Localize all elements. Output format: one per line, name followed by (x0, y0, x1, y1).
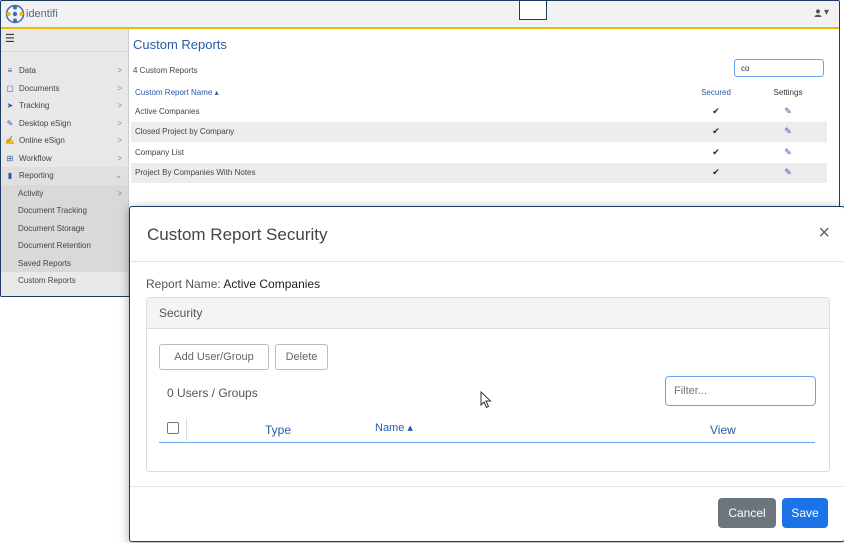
edit-icon[interactable]: ✎ (749, 147, 827, 158)
signature-icon: ✍ (5, 136, 15, 146)
column-separator (186, 418, 187, 444)
column-header-name[interactable]: Custom Report Name ▴ (131, 88, 683, 97)
sidebar-item-documents[interactable]: ▢ Documents > (1, 80, 128, 98)
logo-text: identifi (26, 8, 58, 20)
column-header-type[interactable]: Type (265, 423, 291, 437)
sidebar-item-online-esign[interactable]: ✍ Online eSign > (1, 132, 128, 150)
mouse-cursor-icon (480, 391, 492, 409)
user-icon (814, 8, 822, 17)
check-icon: ✔ (712, 167, 720, 178)
reports-table: Custom Report Name ▴ Secured Settings Ac… (131, 83, 827, 183)
sidebar-subitem-label: Custom Reports (18, 276, 76, 285)
save-button[interactable]: Save (782, 498, 828, 528)
sidebar-item-label: Reporting (19, 171, 54, 181)
chevron-right-icon: > (117, 83, 122, 93)
table-row[interactable]: Closed Project by Company ✔ ✎ (131, 121, 827, 142)
sidebar-subitem-label: Saved Reports (18, 258, 71, 268)
search-input[interactable] (734, 59, 824, 77)
report-name-label: Report Name: (146, 277, 221, 291)
divider (130, 261, 844, 262)
chevron-down-icon: ▾ (823, 7, 829, 18)
security-panel-title: Security (147, 298, 829, 329)
sidebar-item-label: Tracking (19, 101, 50, 111)
report-name: Project By Companies With Notes (135, 168, 256, 178)
sidebar-item-data[interactable]: ≡ Data > (1, 62, 128, 80)
chevron-right-icon: > (117, 136, 122, 146)
logo[interactable]: identifi (5, 4, 58, 24)
sidebar-item-label: Desktop eSign (19, 118, 72, 128)
sidebar-subitem-label: Document Tracking (18, 206, 87, 215)
report-name: Closed Project by Company (135, 127, 235, 137)
file-icon: ▮ (7, 171, 13, 181)
chevron-right-icon: > (117, 188, 122, 198)
check-icon: ✔ (712, 126, 720, 137)
chevron-right-icon: > (117, 101, 122, 111)
sidebar-item-label: Data (19, 66, 36, 76)
table-row[interactable]: Company List ✔ ✎ (131, 142, 827, 163)
window-tab (519, 1, 547, 20)
chevron-down-icon: ⌄ (115, 171, 122, 181)
column-header-view[interactable]: View (710, 423, 736, 437)
sidebar-subitem-label: Document Storage (18, 223, 85, 233)
chevron-right-icon: > (117, 66, 122, 76)
report-name: Active Companies (135, 106, 200, 116)
chevron-right-icon: > (117, 153, 122, 163)
table-header: Custom Report Name ▴ Secured Settings (131, 83, 827, 101)
page-title: Custom Reports (133, 37, 227, 52)
sidebar-subitem-document-tracking[interactable]: Document Tracking (1, 202, 128, 220)
sidebar-subitem-label: Document Retention (18, 241, 91, 250)
sidebar-item-tracking[interactable]: ➤ Tracking > (1, 97, 128, 115)
send-icon: ➤ (6, 101, 14, 111)
top-bar: identifi ▾ (1, 1, 839, 29)
dialog-title: Custom Report Security (147, 225, 328, 244)
sidebar-item-desktop-esign[interactable]: ✎ Desktop eSign > (1, 115, 128, 133)
sidebar-subitem-custom-reports[interactable]: Custom Reports (1, 272, 128, 290)
user-menu[interactable]: ▾ (814, 7, 829, 18)
pen-icon: ✎ (6, 118, 14, 128)
sitemap-icon: ⊞ (6, 153, 14, 163)
logo-icon (5, 4, 25, 24)
sidebar-subitem-document-retention[interactable]: Document Retention (1, 237, 128, 255)
check-icon: ✔ (712, 146, 720, 157)
users-groups-count: 0 Users / Groups (167, 386, 258, 400)
close-icon[interactable]: × (818, 223, 830, 243)
column-header-settings: Settings (773, 87, 803, 97)
database-icon: ≡ (7, 66, 13, 76)
sidebar-item-label: Workflow (19, 153, 52, 163)
sidebar-item-workflow[interactable]: ⊞ Workflow > (1, 150, 128, 168)
edit-icon[interactable]: ✎ (749, 167, 827, 178)
custom-report-security-dialog: Custom Report Security × Report Name: Ac… (129, 206, 844, 542)
select-all-checkbox[interactable] (167, 422, 179, 434)
add-user-group-button[interactable]: Add User/Group (159, 344, 269, 370)
delete-button[interactable]: Delete (275, 344, 328, 370)
filter-input[interactable] (665, 376, 816, 406)
edit-icon[interactable]: ✎ (749, 106, 827, 117)
report-name-value: Active Companies (223, 277, 321, 291)
sidebar-item-reporting[interactable]: ▮ Reporting ⌄ (1, 167, 128, 185)
check-icon: ✔ (712, 105, 720, 116)
sidebar-subitem-document-storage[interactable]: Document Storage (1, 219, 128, 237)
document-icon: ▢ (6, 83, 14, 93)
column-header-name[interactable]: Name ▴ (375, 421, 413, 434)
sidebar: ☰ ≡ Data > ▢ Documents > ➤ Tracking > ✎ … (1, 29, 129, 296)
sidebar-item-label: Online eSign (19, 136, 65, 146)
sidebar-subitem-activity[interactable]: Activity > (1, 184, 128, 202)
users-grid-header: Type Name ▴ View (159, 418, 815, 444)
sidebar-item-label: Documents (19, 83, 60, 93)
sidebar-subitem-label: Activity (18, 188, 44, 198)
report-name-line: Report Name: Active Companies (146, 277, 320, 291)
security-panel: Security Add User/Group Delete 0 Users /… (146, 297, 830, 472)
edit-icon[interactable]: ✎ (749, 126, 827, 137)
sidebar-subitem-saved-reports[interactable]: Saved Reports (1, 254, 128, 272)
report-count: 4 Custom Reports (133, 66, 198, 75)
chevron-right-icon: > (117, 118, 122, 128)
hamburger-menu-icon[interactable]: ☰ (1, 29, 128, 52)
table-row[interactable]: Active Companies ✔ ✎ (131, 101, 827, 122)
table-row[interactable]: Project By Companies With Notes ✔ ✎ (131, 162, 827, 183)
report-name: Company List (135, 147, 184, 157)
cancel-button[interactable]: Cancel (718, 498, 776, 528)
divider (130, 486, 844, 487)
column-header-secured[interactable]: Secured (683, 88, 749, 97)
